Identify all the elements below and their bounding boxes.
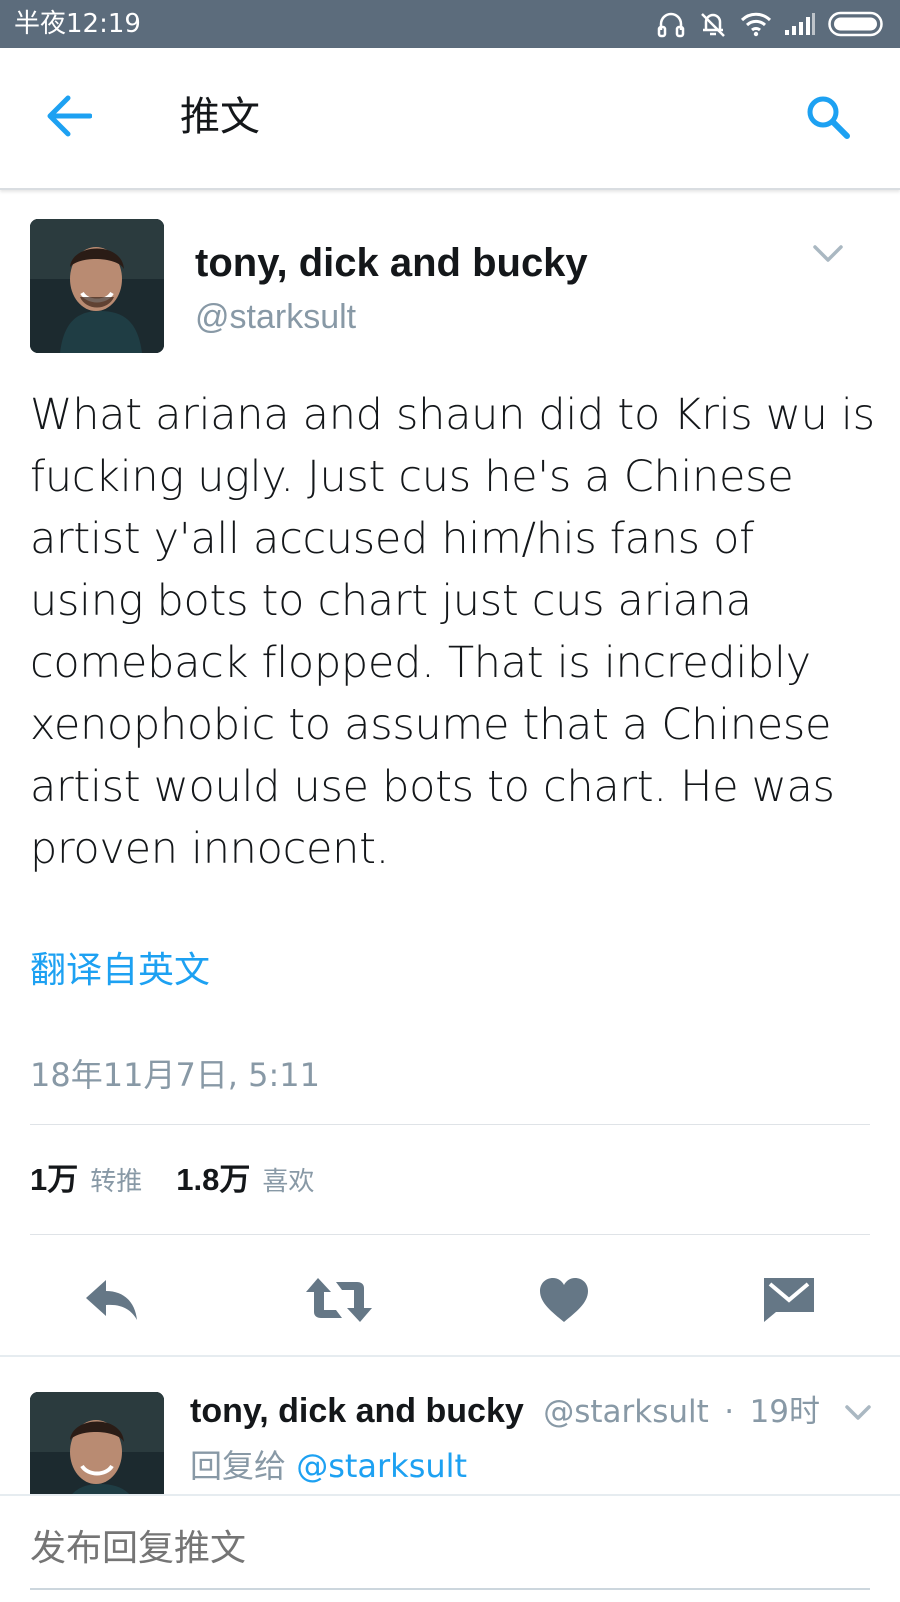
divider — [30, 1124, 870, 1125]
reply-header[interactable]: tony, dick and bucky @starksult · 19时 — [190, 1388, 820, 1435]
battery-icon — [828, 11, 886, 37]
reply-button[interactable] — [82, 1276, 142, 1329]
retweets-count: 1万 — [30, 1162, 79, 1197]
tweet-stats: 1万 转推 1.8万 喜欢 — [30, 1160, 314, 1202]
reply-avatar[interactable] — [30, 1392, 164, 1494]
status-icons — [656, 10, 886, 38]
avatar[interactable] — [30, 219, 164, 353]
tweet-actions — [0, 1270, 900, 1334]
arrow-left-icon — [47, 95, 93, 137]
reply-input[interactable] — [30, 1516, 870, 1580]
tweet-options-button[interactable] — [812, 243, 844, 265]
reply-author-handle: @starksult — [543, 1394, 709, 1430]
search-icon — [807, 96, 850, 139]
envelope-icon — [764, 1278, 814, 1322]
status-bar: 半夜12:19 — [0, 0, 900, 48]
reply-icon — [86, 1280, 137, 1320]
retweets-stat[interactable]: 1万 转推 — [30, 1160, 142, 1202]
likes-count: 1.8万 — [176, 1162, 251, 1197]
signal-icon — [784, 12, 816, 36]
chevron-down-icon — [813, 245, 843, 262]
likes-label: 喜欢 — [262, 1167, 315, 1197]
reply-time: 19时 — [749, 1394, 821, 1430]
avatar-image — [30, 219, 164, 353]
reply-compose-bar — [0, 1494, 900, 1602]
app-bar: 推文 — [0, 48, 900, 190]
author-name[interactable]: tony, dick and bucky — [195, 238, 588, 288]
translate-link[interactable]: 翻译自英文 — [30, 948, 210, 994]
replying-to: 回复给 @starksult — [190, 1444, 467, 1488]
reply-separator: · — [724, 1394, 735, 1430]
tweet-timestamp: 18年11月7日, 5:11 — [30, 1056, 321, 1094]
input-underline — [30, 1588, 870, 1590]
avatar-image — [30, 1392, 164, 1494]
reply-options-button[interactable] — [844, 1403, 872, 1423]
retweet-icon — [306, 1278, 372, 1322]
search-button[interactable] — [805, 94, 853, 142]
status-time: 半夜12:19 — [14, 9, 141, 39]
author-handle[interactable]: @starksult — [195, 295, 356, 339]
mute-icon — [698, 10, 728, 38]
reply-author-name: tony, dick and bucky — [190, 1392, 524, 1430]
divider — [30, 1234, 870, 1235]
divider — [0, 1355, 900, 1357]
chevron-down-icon — [845, 1405, 871, 1420]
likes-stat[interactable]: 1.8万 喜欢 — [176, 1160, 314, 1202]
headphones-icon — [656, 10, 686, 38]
wifi-icon — [740, 11, 772, 37]
retweets-label: 转推 — [90, 1167, 143, 1197]
message-button[interactable] — [762, 1276, 816, 1329]
page-title: 推文 — [180, 94, 260, 140]
back-button[interactable] — [46, 94, 96, 140]
replying-to-mention[interactable]: @starksult — [296, 1447, 467, 1485]
heart-icon — [540, 1278, 588, 1322]
like-button[interactable] — [538, 1276, 590, 1329]
retweet-button[interactable] — [304, 1276, 374, 1329]
replying-to-label: 回复给 — [190, 1447, 287, 1485]
tweet-text: What ariana and shaun did to Kris wu is … — [30, 390, 875, 874]
